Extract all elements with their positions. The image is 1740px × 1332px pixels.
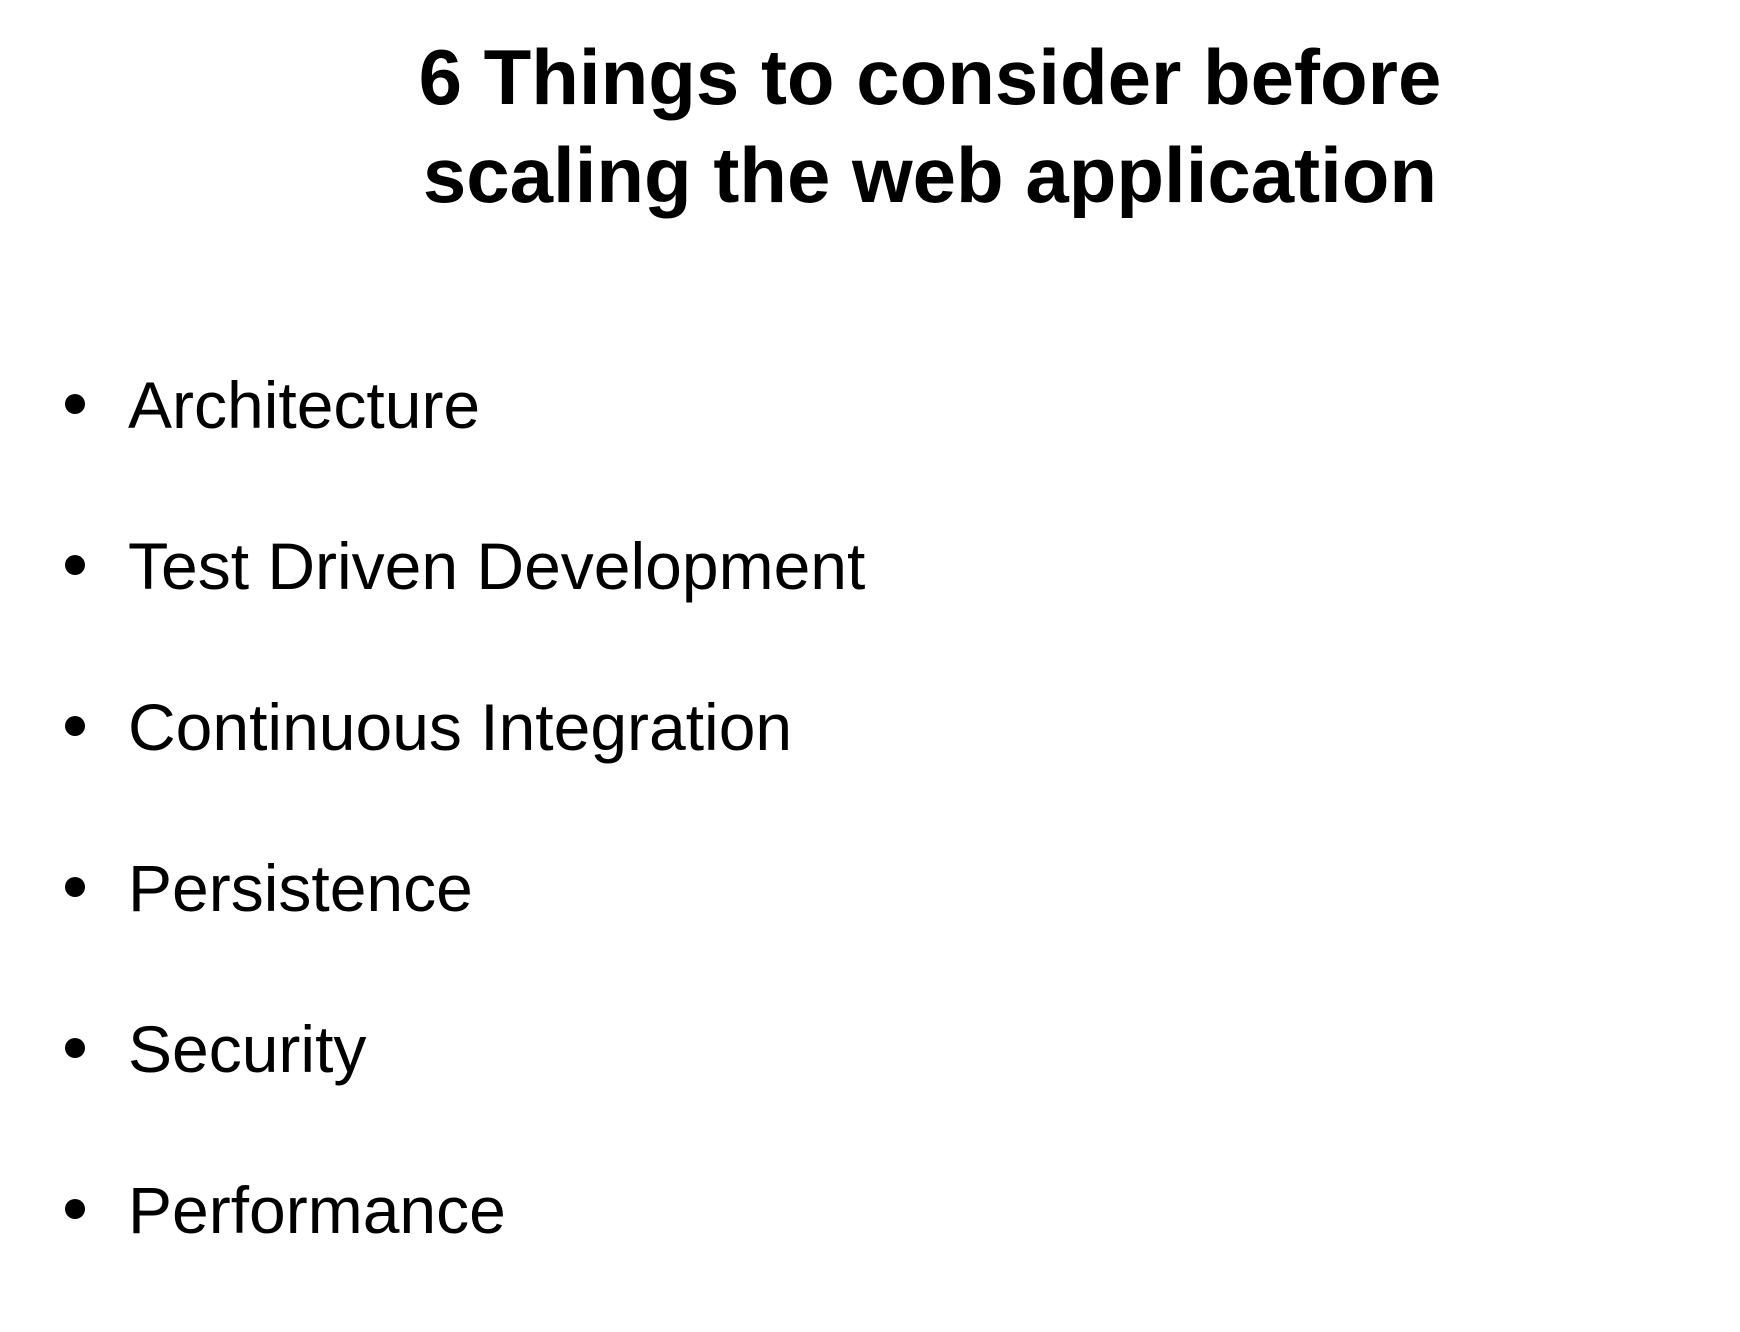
bullet-point-icon (65, 877, 85, 897)
bullet-point-icon (65, 394, 85, 414)
bullet-text: Persistence (128, 851, 473, 925)
bullet-text: Architecture (128, 368, 481, 442)
bullet-text: Continuous Integration (128, 690, 793, 764)
bullet-point-icon (65, 1038, 85, 1058)
bullet-text: Test Driven Development (128, 529, 866, 603)
bullet-text: Security (128, 1012, 367, 1086)
bullet-point-icon (65, 555, 85, 575)
bullet-point-icon (65, 716, 85, 736)
bullet-point-icon (65, 1199, 85, 1219)
slide-title: 6 Things to consider before scaling the … (290, 28, 1570, 224)
bullet-text: Performance (128, 1173, 506, 1247)
slide-title-line-2: scaling the web application (422, 131, 1438, 219)
slide-title-line-1: 6 Things to consider before (418, 33, 1442, 121)
slide: 6 Things to consider before scaling the … (0, 0, 1740, 1306)
